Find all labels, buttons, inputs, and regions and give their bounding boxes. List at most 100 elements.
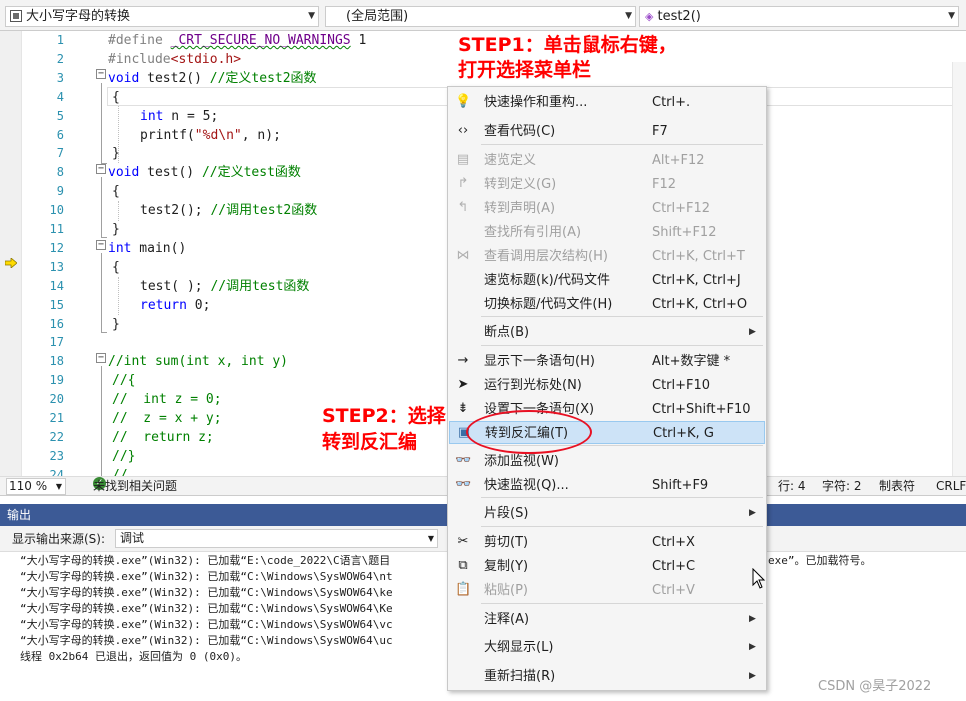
menu-item-3[interactable]: ▤ 速览定义 Alt+F12 (449, 149, 765, 172)
code-text: } (112, 220, 120, 239)
menu-item-shortcut: F12 (652, 177, 677, 192)
vertical-scrollbar[interactable] (952, 62, 966, 476)
menu-item-10[interactable]: 断点(B) ▶ (449, 321, 765, 344)
menu-item-shortcut: Ctrl+F12 (652, 201, 711, 216)
menu-item-1[interactable]: 💡 快速操作和重构... Ctrl+. (449, 91, 765, 114)
mouse-cursor-icon (752, 568, 766, 589)
line-number: 1 (56, 33, 64, 47)
line-number: 6 (56, 127, 64, 142)
output-source-dropdown[interactable]: 调试 ▼ (115, 529, 438, 548)
menu-item-12[interactable]: ➤ 运行到光标处(N) Ctrl+F10 (449, 374, 765, 397)
code-text: // return z; (112, 428, 214, 447)
line-number: 7 (56, 146, 64, 161)
menu-item-19[interactable]: ⧉ 复制(Y) Ctrl+C (449, 555, 765, 578)
peek-definition-icon: ▤ (456, 152, 470, 167)
menu-item-8[interactable]: 速览标题(k)/代码文件 Ctrl+K, Ctrl+J (449, 269, 765, 292)
quick-watch-icon: 👓 (455, 477, 472, 492)
chevron-down-icon: ▼ (308, 11, 315, 21)
tabs-indicator[interactable]: 制表符 (879, 477, 915, 495)
menu-item-4[interactable]: ↱ 转到定义(G) F12 (449, 173, 765, 196)
code-text: // int z = 0; (112, 390, 222, 409)
menu-item-22[interactable]: 大纲显示(L) ▶ (449, 636, 765, 659)
line-number: 24 (49, 467, 64, 476)
indent-guide (118, 106, 119, 163)
line-indicator[interactable]: 行: 4 (778, 477, 806, 495)
menu-item-21[interactable]: 注释(A) ▶ (449, 608, 765, 631)
code-token: void (108, 165, 140, 181)
menu-item-7[interactable]: ⋈ 查看调用层次结构(H) Ctrl+K, Ctrl+T (449, 245, 765, 268)
function-icon: ◈ (645, 10, 654, 23)
collapse-toggle[interactable]: − (96, 240, 106, 250)
code-token: test( ); (140, 278, 211, 294)
code-text: return 0; (140, 296, 210, 315)
code-text: { (112, 258, 120, 277)
output-line: “大小写字母的转换.exe”(Win32): 已加载“E:\code_2022\… (20, 554, 391, 567)
code-text: { (112, 182, 120, 201)
code-token: #include (108, 51, 171, 67)
code-text: test2(); //调用test2函数 (140, 201, 317, 220)
menu-item-9[interactable]: 切换标题/代码文件(H) Ctrl+K, Ctrl+O (449, 293, 765, 316)
step2-annotation-line1: STEP2：选择 (322, 405, 446, 427)
menu-item-label: 重新扫描(R) (484, 669, 556, 684)
line-number: 17 (49, 335, 64, 350)
line-number: 11 (49, 222, 64, 236)
collapse-toggle[interactable]: − (96, 69, 106, 79)
menu-item-label: 运行到光标处(N) (484, 378, 582, 393)
menu-item-16[interactable]: 👓 快速监视(Q)... Shift+F9 (449, 474, 765, 497)
project-dropdown[interactable]: 大小写字母的转换 ▼ (5, 6, 319, 27)
call-hierarchy-icon: ⋈ (456, 248, 470, 263)
line-number: 5 (56, 108, 64, 123)
scope-value: (全局范围) (346, 9, 409, 24)
zoom-dropdown[interactable]: 110 % ▼ (6, 478, 66, 495)
menu-item-23[interactable]: 重新扫描(R) ▶ (449, 665, 765, 688)
paste-icon: 📋 (455, 582, 472, 597)
chevron-down-icon: ▼ (948, 11, 955, 21)
watermark: CSDN @昊子2022 (818, 679, 932, 694)
chevron-down-icon: ▼ (625, 11, 632, 21)
code-token: <stdio.h> (170, 51, 242, 67)
code-token: int (108, 240, 132, 256)
collapse-toggle[interactable]: − (96, 353, 106, 363)
menu-item-shortcut: Alt+数字键 * (652, 354, 731, 369)
menu-item-2[interactable]: ‹› 查看代码(C) F7 (449, 120, 765, 143)
code-text: // (112, 466, 128, 476)
scope-dropdown[interactable]: (全局范围) ▼ (325, 6, 636, 27)
menu-item-shortcut: Ctrl+F10 (652, 378, 711, 393)
line-number: 14 (49, 278, 64, 293)
menu-item-5[interactable]: ↰ 转到声明(A) Ctrl+F12 (449, 197, 765, 220)
menu-item-18[interactable]: ✂ 剪切(T) Ctrl+X (449, 531, 765, 554)
code-token: // (112, 467, 128, 476)
code-token: } (112, 316, 120, 332)
menu-item-15[interactable]: 👓 添加监视(W) (449, 450, 765, 473)
eol-indicator[interactable]: CRLF (936, 477, 966, 495)
collapse-toggle[interactable]: − (96, 164, 106, 174)
step2-annotation-line2: 转到反汇编 (322, 431, 418, 453)
code-token: //int sum(int x, int y) (108, 354, 289, 370)
menu-item-17[interactable]: 片段(S) ▶ (449, 502, 765, 525)
code-text: #include<stdio.h> (108, 50, 241, 69)
code-token: _CRT_SECURE_NO_WARNINGS (170, 33, 351, 48)
code-token: test2(); (140, 203, 211, 219)
code-token: // return z; (112, 429, 214, 445)
menu-item-label: 显示下一条语句(H) (484, 354, 595, 369)
code-token: //定义test函数 (201, 165, 301, 181)
line-number: 19 (49, 373, 64, 388)
outline-guide (101, 366, 102, 476)
code-token: "%d\n" (194, 127, 242, 143)
menu-item-11[interactable]: → 显示下一条语句(H) Alt+数字键 * (449, 350, 765, 373)
column-indicator[interactable]: 字符: 2 (822, 477, 862, 495)
outline-guide (101, 253, 102, 332)
function-dropdown[interactable]: ◈ test2() ▼ (639, 6, 959, 27)
code-token: //} (112, 448, 136, 464)
code-token: 0; (186, 297, 211, 313)
line-number: 22 (49, 429, 64, 444)
code-token: { (112, 259, 120, 275)
menu-item-shortcut: Ctrl+X (652, 535, 695, 550)
menu-item-shortcut: Ctrl+. (652, 95, 691, 110)
menu-item-6[interactable]: 查找所有引用(A) Shift+F12 (449, 221, 765, 244)
menu-item-shortcut: Ctrl+K, Ctrl+J (652, 273, 741, 288)
menu-item-label: 复制(Y) (484, 559, 529, 574)
menu-item-20[interactable]: 📋 粘贴(P) Ctrl+V (449, 579, 765, 602)
menu-item-label: 断点(B) (484, 325, 530, 340)
line-number: 2 (56, 51, 64, 66)
